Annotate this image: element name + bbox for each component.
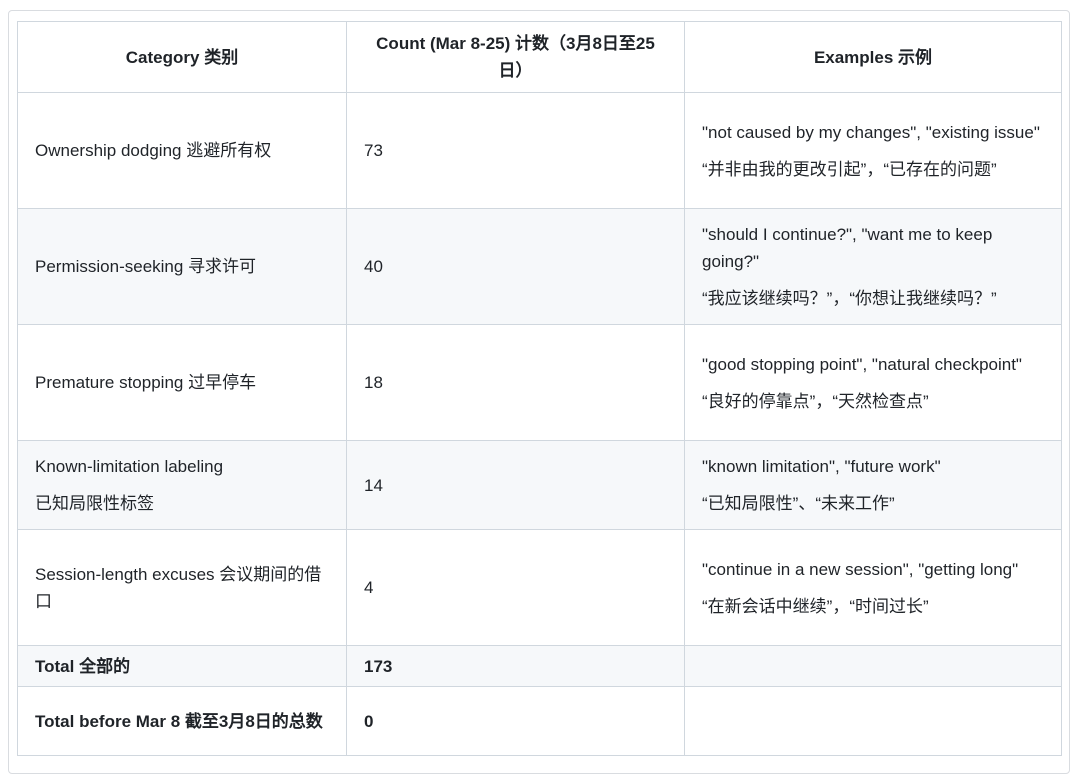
total-count: 173 <box>346 645 685 687</box>
header-category: Category 类别 <box>17 21 347 93</box>
example-chinese: “我应该继续吗？”，“你想让我继续吗？” <box>702 289 997 308</box>
total-examples <box>684 645 1062 687</box>
total-label: Total 全部的 <box>17 645 347 687</box>
count-cell: 4 <box>346 529 685 646</box>
example-english: "good stopping point", "natural checkpoi… <box>702 354 1022 374</box>
count-cell: 14 <box>346 440 685 530</box>
total-before-count: 0 <box>346 686 685 756</box>
table-row: Premature stopping 过早停车 18 "good stoppin… <box>17 324 1062 441</box>
example-chinese: “已知局限性”、“未来工作” <box>702 494 895 513</box>
table-header-row: Category 类别 Count (Mar 8-25) 计数（3月8日至25日… <box>17 21 1062 93</box>
count-cell: 73 <box>346 92 685 209</box>
total-before-row: Total before Mar 8 截至3月8日的总数 0 <box>17 686 1062 756</box>
category-cell: Session-length excuses 会议期间的借口 <box>17 529 347 646</box>
example-english: "not caused by my changes", "existing is… <box>702 122 1040 142</box>
example-chinese: “在新会话中继续”，“时间过长” <box>702 596 929 616</box>
example-chinese: “良好的停靠点”，“天然检查点” <box>702 391 929 411</box>
examples-cell: "should I continue?", "want me to keep g… <box>684 208 1062 325</box>
example-english: "should I continue?", "want me to keep g… <box>702 225 993 271</box>
category-chinese: 已知局限性标签 <box>35 494 154 513</box>
table-row: Permission-seeking 寻求许可 40 "should I con… <box>17 208 1062 325</box>
total-before-label: Total before Mar 8 截至3月8日的总数 <box>17 686 347 756</box>
header-count: Count (Mar 8-25) 计数（3月8日至25日） <box>346 21 685 93</box>
category-cell: Ownership dodging 逃避所有权 <box>17 92 347 209</box>
category-english: Known-limitation labeling <box>35 457 224 476</box>
total-before-examples <box>684 686 1062 756</box>
count-cell: 18 <box>346 324 685 441</box>
table-row: Ownership dodging 逃避所有权 73 "not caused b… <box>17 92 1062 209</box>
category-cell: Permission-seeking 寻求许可 <box>17 208 347 325</box>
category-cell: Known-limitation labeling 已知局限性标签 <box>17 440 347 530</box>
category-cell: Premature stopping 过早停车 <box>17 324 347 441</box>
example-english: "known limitation", "future work" <box>702 457 941 476</box>
examples-cell: "not caused by my changes", "existing is… <box>684 92 1062 209</box>
examples-cell: "known limitation", "future work" “已知局限性… <box>684 440 1062 530</box>
table-row: Session-length excuses 会议期间的借口 4 "contin… <box>17 529 1062 646</box>
table-row: Known-limitation labeling 已知局限性标签 14 "kn… <box>17 440 1062 530</box>
example-chinese: “并非由我的更改引起”，“已存在的问题” <box>702 159 997 179</box>
examples-cell: "continue in a new session", "getting lo… <box>684 529 1062 646</box>
count-cell: 40 <box>346 208 685 325</box>
header-examples: Examples 示例 <box>684 21 1062 93</box>
example-english: "continue in a new session", "getting lo… <box>702 559 1019 579</box>
category-count-table: Category 类别 Count (Mar 8-25) 计数（3月8日至25日… <box>17 21 1062 756</box>
total-row: Total 全部的 173 <box>17 645 1062 687</box>
examples-cell: "good stopping point", "natural checkpoi… <box>684 324 1062 441</box>
